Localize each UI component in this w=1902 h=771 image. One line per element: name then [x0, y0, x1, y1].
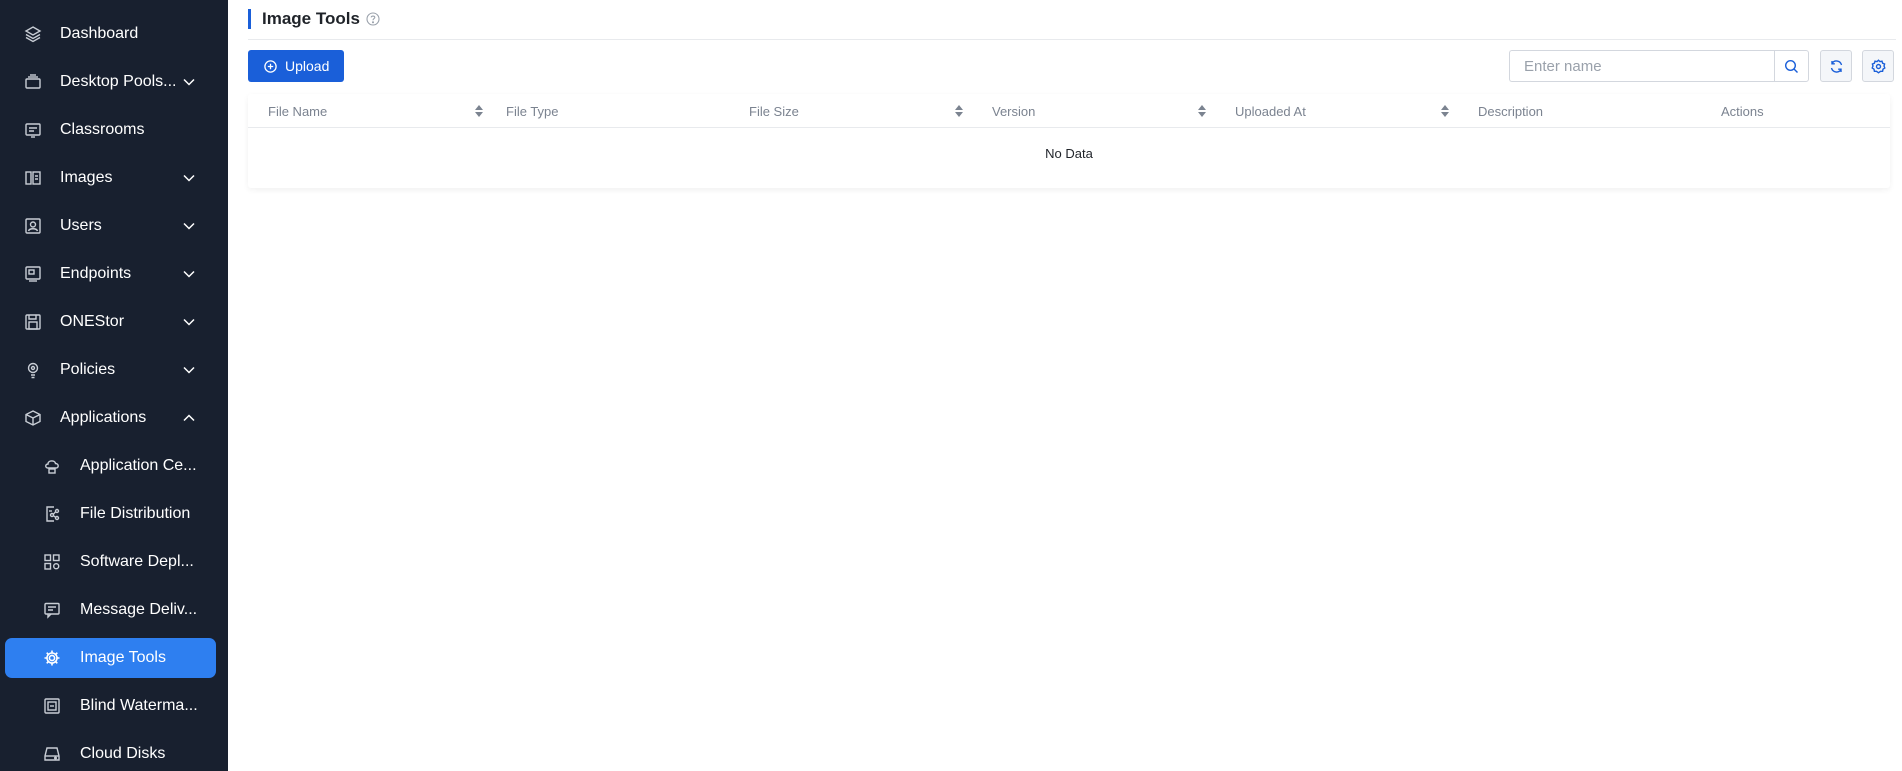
sidebar-item-label: File Distribution: [80, 505, 191, 522]
column-label: File Type: [506, 103, 559, 119]
sidebar-item-policies[interactable]: Policies: [0, 350, 228, 390]
settings-icon: [1870, 58, 1886, 74]
share-file-icon: [43, 505, 61, 523]
sidebar-item-endpoints[interactable]: Endpoints: [0, 254, 228, 294]
sidebar-item-label: Blind Waterma...: [80, 697, 198, 714]
chevron-down-icon: [182, 267, 196, 281]
sidebar-item-label: Cloud Disks: [80, 745, 166, 762]
sidebar-item-onestor[interactable]: ONEStor: [0, 302, 228, 342]
column-label: File Size: [749, 103, 799, 119]
column-header-actions: Actions: [1721, 94, 1871, 128]
upload-button[interactable]: Upload: [248, 50, 344, 82]
sidebar-item-applications[interactable]: Applications: [0, 398, 228, 438]
search-input[interactable]: [1509, 50, 1775, 82]
image-tools-table: File Name File Type File Size Version Up…: [248, 94, 1890, 188]
sidebar-item-label: Applications: [60, 409, 147, 426]
sidebar-item-label: Policies: [60, 361, 116, 378]
user-icon: [24, 217, 42, 235]
sidebar-item-label: Application Ce...: [80, 457, 197, 474]
sidebar: Dashboard Desktop Pools... Classrooms Im…: [0, 0, 228, 771]
sidebar-item-message-delivery[interactable]: Message Deliv...: [5, 590, 216, 630]
chevron-down-icon: [182, 75, 196, 89]
column-header-file-size[interactable]: File Size: [749, 94, 964, 128]
column-header-file-name[interactable]: File Name: [268, 94, 484, 128]
column-header-description: Description: [1478, 94, 1678, 128]
layers-icon: [24, 25, 42, 43]
column-header-version[interactable]: Version: [992, 94, 1207, 128]
title-accent-bar: [248, 9, 251, 29]
software-deploy-icon: [43, 553, 61, 571]
sidebar-item-label: Images: [60, 169, 113, 186]
main-content: Image Tools Upload File Name: [228, 0, 1902, 771]
chevron-down-icon: [182, 219, 196, 233]
sidebar-item-label: Image Tools: [80, 649, 166, 666]
sidebar-item-image-tools[interactable]: Image Tools: [5, 638, 216, 678]
help-icon[interactable]: [366, 12, 380, 26]
images-icon: [24, 169, 42, 187]
column-label: Actions: [1721, 103, 1764, 119]
settings-button[interactable]: [1862, 50, 1894, 82]
sidebar-item-label: ONEStor: [60, 313, 125, 330]
cloud-disk-icon: [43, 745, 61, 763]
watermark-icon: [43, 697, 61, 715]
table-header: File Name File Type File Size Version Up…: [248, 94, 1890, 128]
sidebar-item-label: Classrooms: [60, 121, 145, 138]
sort-icon[interactable]: [1197, 104, 1207, 118]
sidebar-item-software-deployment[interactable]: Software Depl...: [5, 542, 216, 582]
sidebar-item-desktop-pools[interactable]: Desktop Pools...: [0, 62, 228, 102]
sidebar-item-users[interactable]: Users: [0, 206, 228, 246]
empty-state-text: No Data: [1045, 146, 1093, 161]
message-icon: [43, 601, 61, 619]
storage-icon: [24, 313, 42, 331]
chevron-down-icon: [182, 363, 196, 377]
sidebar-item-classrooms[interactable]: Classrooms: [0, 110, 228, 150]
sidebar-item-images[interactable]: Images: [0, 158, 228, 198]
column-label: File Name: [268, 103, 328, 119]
upload-icon: [264, 59, 277, 73]
page-title: Image Tools: [262, 9, 360, 28]
sidebar-item-file-distribution[interactable]: File Distribution: [5, 494, 216, 534]
column-label: Description: [1478, 103, 1544, 119]
cloud-app-icon: [43, 457, 61, 475]
chevron-down-icon: [182, 315, 196, 329]
sort-icon[interactable]: [1440, 104, 1450, 118]
refresh-icon: [1829, 59, 1844, 74]
column-label: Uploaded At: [1235, 103, 1306, 119]
search-box: [1509, 50, 1809, 82]
sidebar-item-label: Software Depl...: [80, 553, 194, 570]
sidebar-item-label: Desktop Pools...: [60, 73, 177, 90]
refresh-button[interactable]: [1820, 50, 1852, 82]
chevron-up-icon: [182, 411, 196, 425]
sidebar-item-label: Users: [60, 217, 102, 234]
sort-icon[interactable]: [474, 104, 484, 118]
sidebar-item-label: Message Deliv...: [80, 601, 198, 618]
sidebar-item-label: Endpoints: [60, 265, 132, 282]
search-icon: [1784, 59, 1799, 74]
column-label: Version: [992, 103, 1036, 119]
column-header-file-type: File Type: [506, 94, 706, 128]
sidebar-item-cloud-disks[interactable]: Cloud Disks: [5, 734, 216, 771]
column-header-uploaded-at[interactable]: Uploaded At: [1235, 94, 1450, 128]
sidebar-item-label: Dashboard: [60, 25, 139, 42]
sort-icon[interactable]: [954, 104, 964, 118]
page-header: Image Tools: [248, 8, 380, 30]
endpoint-icon: [24, 265, 42, 283]
search-button[interactable]: [1774, 50, 1809, 82]
divider: [248, 39, 1896, 40]
desktop-pools-icon: [24, 73, 42, 91]
upload-label: Upload: [285, 58, 330, 74]
sidebar-item-application-center[interactable]: Application Ce...: [5, 446, 216, 486]
sidebar-item-blind-watermark[interactable]: Blind Waterma...: [5, 686, 216, 726]
gear-icon: [43, 649, 61, 667]
box-icon: [24, 409, 42, 427]
classroom-icon: [24, 121, 42, 139]
sidebar-item-dashboard[interactable]: Dashboard: [0, 14, 228, 54]
policy-icon: [24, 361, 42, 379]
chevron-down-icon: [182, 171, 196, 185]
